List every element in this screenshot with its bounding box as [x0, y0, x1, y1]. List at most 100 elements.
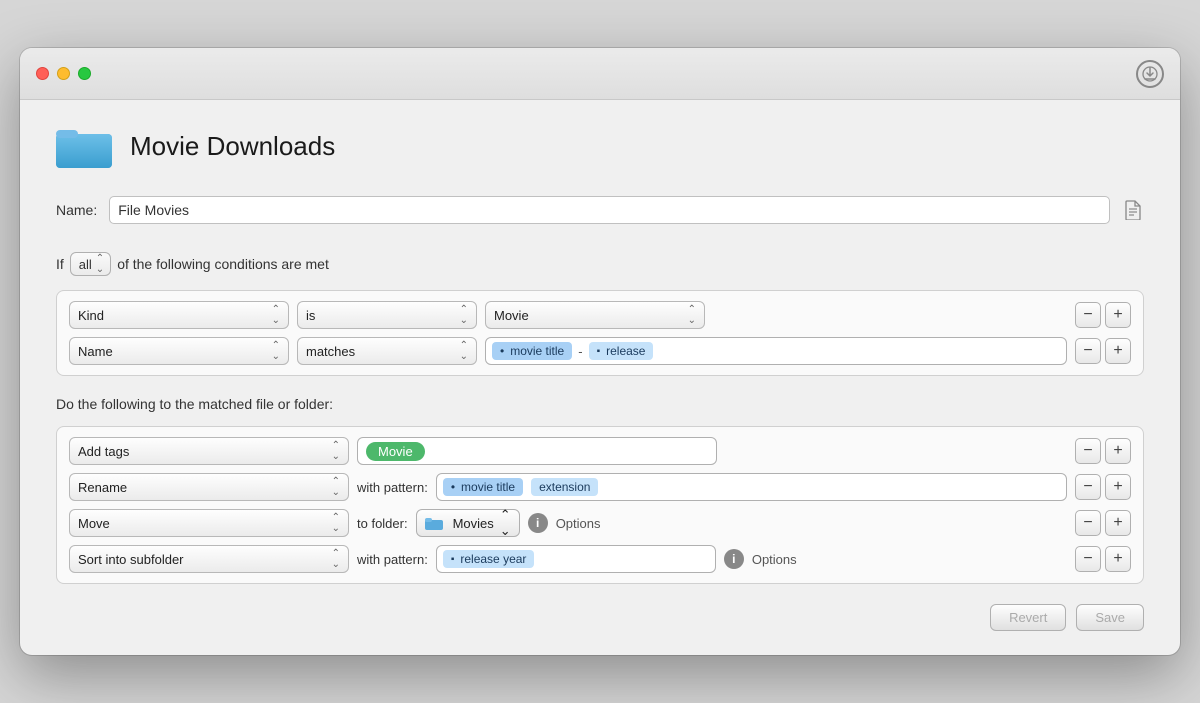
dash-separator: -	[578, 344, 582, 359]
folder-chevron: ⌃⌄	[500, 507, 511, 539]
action-3-pm-group: − +	[1075, 510, 1131, 536]
rename-label: Rename	[78, 480, 127, 495]
footer-buttons: Revert Save	[56, 604, 1144, 631]
name-label: Name:	[56, 202, 97, 218]
release-year-token: release year	[443, 550, 535, 568]
matches-chevron: ⌃⌄	[460, 340, 468, 362]
subfolder-options-label[interactable]: Options	[752, 552, 797, 567]
conditions-all-select[interactable]: all ⌃⌄	[70, 252, 111, 276]
action-3-plus-button[interactable]: +	[1105, 510, 1131, 536]
movie-title-token: movie title	[492, 342, 572, 360]
actions-box: Add tags ⌃⌄ Movie − + Rename ⌃⌄ with p	[56, 426, 1144, 584]
action-row-4: Sort into subfolder ⌃⌄ with pattern: rel…	[69, 545, 1131, 573]
movie-dropdown[interactable]: Movie ⌃⌄	[485, 301, 705, 329]
save-button[interactable]: Save	[1076, 604, 1144, 631]
chevron-icon: ⌃⌄	[96, 253, 104, 275]
tag-input[interactable]: Movie	[357, 437, 717, 465]
traffic-lights	[36, 67, 91, 80]
close-button[interactable]	[36, 67, 49, 80]
movies-folder-label: Movies	[453, 516, 494, 531]
move-options-label[interactable]: Options	[556, 516, 601, 531]
is-dropdown[interactable]: is ⌃⌄	[297, 301, 477, 329]
subfolder-chevron: ⌃⌄	[332, 548, 340, 570]
kind-chevron: ⌃⌄	[272, 304, 280, 326]
add-tags-chevron: ⌃⌄	[332, 440, 340, 462]
subfolder-label: Sort into subfolder	[78, 552, 184, 567]
rename-movie-title-token: movie title	[443, 478, 523, 496]
add-tags-label: Add tags	[78, 444, 129, 459]
condition-1-plus-button[interactable]: +	[1105, 302, 1131, 328]
rename-pattern-field[interactable]: movie title extension	[436, 473, 1067, 501]
movie-chevron: ⌃⌄	[688, 304, 696, 326]
action-row-1: Add tags ⌃⌄ Movie − +	[69, 437, 1131, 465]
name-input[interactable]	[109, 196, 1110, 224]
add-tags-dropdown[interactable]: Add tags ⌃⌄	[69, 437, 349, 465]
download-icon	[1136, 60, 1164, 88]
rename-dropdown[interactable]: Rename ⌃⌄	[69, 473, 349, 501]
move-info-button[interactable]: i	[528, 513, 548, 533]
main-window: Movie Downloads Name: If all ⌃⌄	[20, 48, 1180, 655]
subfolder-pattern-field[interactable]: release year	[436, 545, 716, 573]
conditions-box: Kind ⌃⌄ is ⌃⌄ Movie ⌃⌄ − +	[56, 290, 1144, 376]
action-2-plus-button[interactable]: +	[1105, 474, 1131, 500]
condition-2-pm-group: − +	[1075, 338, 1131, 364]
action-1-minus-button[interactable]: −	[1075, 438, 1101, 464]
kind-label: Kind	[78, 308, 104, 323]
folder-header: Movie Downloads	[56, 124, 1144, 168]
name-row: Name:	[56, 196, 1144, 224]
release-token: release	[589, 342, 654, 360]
matches-pattern-field[interactable]: movie title - release	[485, 337, 1067, 365]
movie-label: Movie	[494, 308, 529, 323]
is-chevron: ⌃⌄	[460, 304, 468, 326]
action-2-pm-group: − +	[1075, 474, 1131, 500]
maximize-button[interactable]	[78, 67, 91, 80]
action-3-minus-button[interactable]: −	[1075, 510, 1101, 536]
kind-dropdown[interactable]: Kind ⌃⌄	[69, 301, 289, 329]
action-2-minus-button[interactable]: −	[1075, 474, 1101, 500]
action-row-3: Move ⌃⌄ to folder: Movies ⌃⌄ i Options −	[69, 509, 1131, 537]
action-4-plus-button[interactable]: +	[1105, 546, 1131, 572]
name-chevron: ⌃⌄	[272, 340, 280, 362]
folder-title: Movie Downloads	[130, 131, 335, 162]
conditions-suffix-label: of the following conditions are met	[117, 256, 329, 272]
titlebar	[20, 48, 1180, 100]
action-4-pm-group: − +	[1075, 546, 1131, 572]
condition-row-1: Kind ⌃⌄ is ⌃⌄ Movie ⌃⌄ − +	[69, 301, 1131, 329]
rename-extension-token: extension	[531, 478, 598, 496]
revert-button[interactable]: Revert	[990, 604, 1066, 631]
condition-row-2: Name ⌃⌄ matches ⌃⌄ movie title - release…	[69, 337, 1131, 365]
action-1-pm-group: − +	[1075, 438, 1131, 464]
action-1-plus-button[interactable]: +	[1105, 438, 1131, 464]
folder-select[interactable]: Movies ⌃⌄	[416, 509, 520, 537]
is-label: is	[306, 308, 315, 323]
action-row-2: Rename ⌃⌄ with pattern: movie title exte…	[69, 473, 1131, 501]
condition-1-pm-group: − +	[1075, 302, 1131, 328]
rename-pattern-label: with pattern:	[357, 480, 428, 495]
subfolder-info-button[interactable]: i	[724, 549, 744, 569]
minimize-button[interactable]	[57, 67, 70, 80]
action-4-minus-button[interactable]: −	[1075, 546, 1101, 572]
condition-2-plus-button[interactable]: +	[1105, 338, 1131, 364]
subfolder-dropdown[interactable]: Sort into subfolder ⌃⌄	[69, 545, 349, 573]
all-label: all	[79, 257, 92, 272]
titlebar-right	[1136, 60, 1164, 88]
move-chevron: ⌃⌄	[332, 512, 340, 534]
name-field-label: Name	[78, 344, 113, 359]
actions-intro-label: Do the following to the matched file or …	[56, 396, 1144, 412]
conditions-if-label: If	[56, 256, 64, 272]
conditions-header: If all ⌃⌄ of the following conditions ar…	[56, 252, 1144, 276]
rename-chevron: ⌃⌄	[332, 476, 340, 498]
name-dropdown[interactable]: Name ⌃⌄	[69, 337, 289, 365]
matches-label: matches	[306, 344, 355, 359]
folder-icon	[56, 124, 112, 168]
move-label: Move	[78, 516, 110, 531]
content-area: Movie Downloads Name: If all ⌃⌄	[20, 100, 1180, 655]
condition-1-minus-button[interactable]: −	[1075, 302, 1101, 328]
move-dropdown[interactable]: Move ⌃⌄	[69, 509, 349, 537]
movie-tag-badge: Movie	[366, 442, 425, 461]
subfolder-pattern-label: with pattern:	[357, 552, 428, 567]
condition-2-minus-button[interactable]: −	[1075, 338, 1101, 364]
matches-dropdown[interactable]: matches ⌃⌄	[297, 337, 477, 365]
document-icon	[1122, 199, 1144, 221]
move-to-folder-label: to folder:	[357, 516, 408, 531]
